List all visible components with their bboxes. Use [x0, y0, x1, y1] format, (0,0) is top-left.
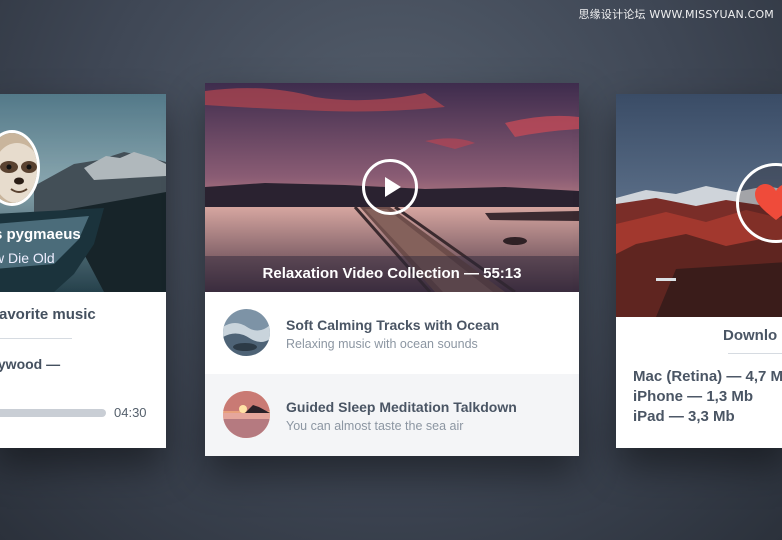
music-player-card: s pygmaeus w Die Old favorite music lywo…	[0, 94, 166, 448]
watermark: 思缘设计论坛 WWW.MISSYUAN.COM	[578, 8, 774, 21]
download-mac-link[interactable]: Mac (Retina) — 4,7 M	[633, 368, 782, 385]
video-collection-title: Relaxation Video Collection — 55:13	[262, 265, 522, 282]
download-ipad-link[interactable]: iPad — 3,3 Mb	[633, 408, 735, 425]
video-collection-card: Relaxation Video Collection — 55:13 Soft…	[205, 83, 579, 456]
sunset-island-thumbnail	[223, 391, 270, 438]
ocean-wave-thumbnail	[223, 309, 270, 356]
download-iphone-link[interactable]: iPhone — 1,3 Mb	[633, 388, 753, 405]
artist-title: s pygmaeus	[0, 226, 81, 243]
play-icon	[385, 177, 401, 197]
play-button[interactable]	[362, 159, 418, 215]
item-subtitle: Relaxing music with ocean sounds	[286, 337, 478, 351]
download-label: Downlo	[723, 327, 778, 344]
favorite-button[interactable]	[736, 163, 782, 243]
duration-label: 04:30	[114, 405, 147, 420]
heart-icon	[755, 184, 782, 220]
sunset-pier-image: Relaxation Video Collection — 55:13	[205, 83, 579, 292]
track-label: lywood —	[0, 356, 61, 372]
track-subtitle: w Die Old	[0, 250, 55, 266]
item-title: Guided Sleep Meditation Talkdown	[286, 399, 517, 415]
item-subtitle: You can almost taste the sea air	[286, 419, 464, 433]
list-item[interactable]: Guided Sleep Meditation Talkdown You can…	[205, 374, 579, 456]
list-item[interactable]: Soft Calming Tracks with Ocean Relaxing …	[205, 292, 579, 374]
divider	[728, 353, 782, 354]
caption-bar: Relaxation Video Collection — 55:13	[205, 256, 579, 292]
red-mountains-image	[616, 94, 782, 317]
playback-progress-bar[interactable]	[0, 409, 106, 417]
mountain-lake-image: s pygmaeus w Die Old	[0, 94, 166, 292]
favorite-music-label: favorite music	[0, 306, 96, 323]
item-title: Soft Calming Tracks with Ocean	[286, 317, 500, 333]
download-card: Downlo Mac (Retina) — 4,7 M iPhone — 1,3…	[616, 94, 782, 448]
divider	[0, 338, 72, 339]
